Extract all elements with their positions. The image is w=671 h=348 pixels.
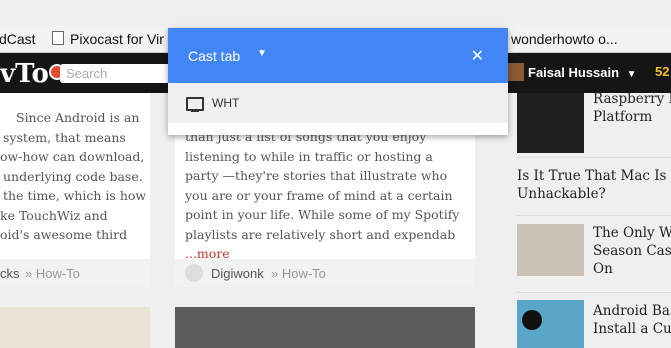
document-icon: [52, 31, 64, 45]
points-count: 52: [655, 64, 670, 79]
dialog-footer: [168, 123, 508, 135]
sidebar-article-title[interactable]: Android Ba Install a Cu: [593, 302, 671, 338]
divider: [517, 292, 671, 293]
author-name[interactable]: cks: [0, 266, 20, 281]
device-name: WHT: [212, 96, 240, 110]
cast-dialog: Cast tab ▼ ✕ WHT: [168, 28, 508, 135]
site-logo[interactable]: vTo: [0, 59, 65, 89]
article-image[interactable]: [175, 307, 475, 348]
avatar: [508, 63, 524, 81]
cast-device-item[interactable]: WHT: [168, 83, 508, 123]
category-link[interactable]: » How-To: [271, 266, 326, 281]
sidebar-article-title[interactable]: Raspberry Pi Platform: [593, 90, 671, 126]
avatar: [185, 264, 203, 282]
close-icon[interactable]: ✕: [471, 46, 484, 66]
bookmark-item[interactable]: dCast: [0, 31, 36, 47]
sidebar-article-title[interactable]: Is It True That Mac Is Unhackable?: [517, 167, 666, 203]
category-link[interactable]: » How-To: [25, 266, 80, 281]
article-image[interactable]: [0, 307, 150, 348]
article-thumbnail[interactable]: [517, 300, 584, 348]
user-name: Faisal Hussain: [528, 65, 620, 80]
bookmark-label: wonderhowto o...: [511, 31, 618, 47]
logo-text: vTo: [0, 59, 49, 89]
search-input[interactable]: Search: [60, 64, 170, 83]
article-card[interactable]: Since Android is an system, that means o…: [0, 93, 150, 287]
card-text-line: ow-how can download,: [0, 149, 145, 164]
card-text-line: oid's awesome third: [0, 227, 128, 242]
sidebar-article-title[interactable]: The Only W Season Cas On: [593, 224, 671, 278]
card-text-line: ke TouchWiz and: [0, 207, 108, 223]
divider: [517, 157, 671, 158]
bookmark-label: dCast: [0, 31, 36, 47]
cast-mode-select[interactable]: Cast tab: [188, 48, 240, 64]
cast-dialog-header: Cast tab ▼ ✕: [168, 28, 508, 83]
article-thumbnail[interactable]: [517, 224, 584, 276]
bookmark-item[interactable]: wonderhowto o...: [511, 31, 618, 47]
tv-icon: [186, 97, 204, 112]
card-text-line: the time, which is how: [3, 188, 147, 203]
card-footer: cks » How-To: [0, 259, 150, 287]
author-name[interactable]: Digiwonk: [211, 266, 264, 281]
play-icon[interactable]: [522, 310, 542, 330]
chevron-down-icon[interactable]: ▼: [257, 48, 267, 59]
excerpt-text: than just a list of songs that you enjoy…: [185, 129, 460, 242]
card-text-line: Since Android is an: [16, 110, 140, 125]
chevron-down-icon: ▼: [626, 69, 637, 80]
card-excerpt: than just a list of songs that you enjoy…: [185, 127, 467, 264]
bookmark-item[interactable]: Pixocast for Vir: [52, 31, 164, 47]
divider: [517, 215, 671, 216]
bookmark-label: Pixocast for Vir: [70, 31, 164, 47]
user-menu[interactable]: Faisal Hussain ▼: [508, 63, 637, 81]
card-text-line: system, that means: [3, 129, 126, 145]
article-thumbnail[interactable]: [517, 93, 584, 153]
card-footer: Digiwonk » How-To: [175, 259, 475, 287]
card-text-line: underlying code base.: [3, 168, 143, 184]
